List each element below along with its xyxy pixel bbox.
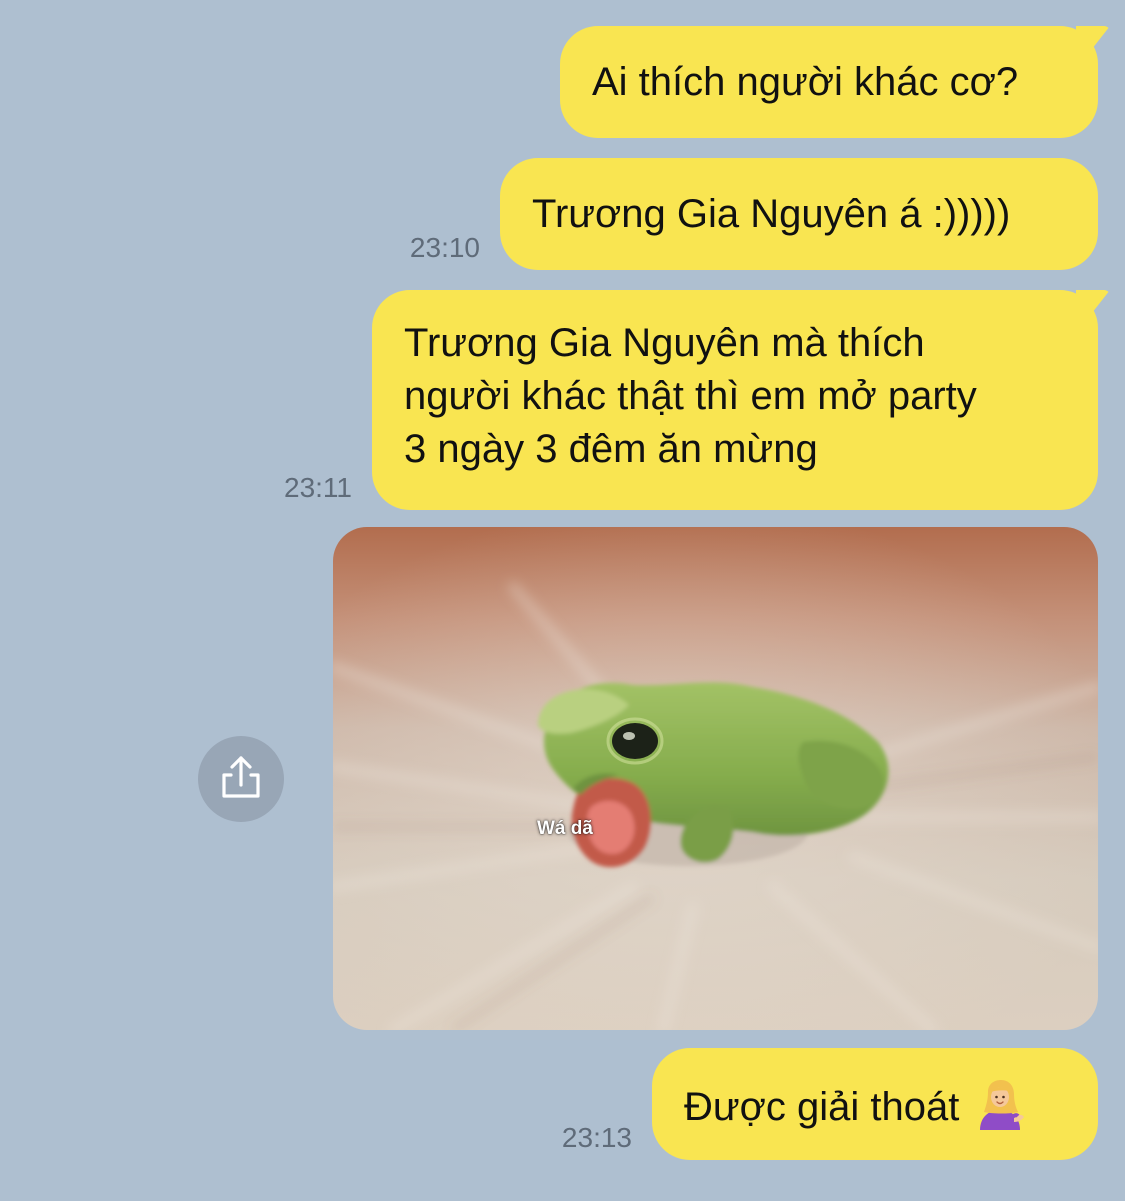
message-text: Ai thích người khác cơ?: [592, 60, 1019, 104]
message-timestamp: 23:13: [561, 1122, 632, 1153]
message-text: Trương Gia Nguyên mà thích người khác th…: [404, 321, 977, 471]
message-text: Trương Gia Nguyên á :))))): [532, 192, 1011, 236]
message-timestamp: 23:10: [409, 232, 480, 263]
message-timestamp: 23:11: [284, 472, 352, 503]
message-bubble[interactable]: Trương Gia Nguyên á :))))): [500, 158, 1098, 270]
message-bubble[interactable]: Trương Gia Nguyên mà thích người khác th…: [372, 290, 1110, 510]
frog-meme-image: [333, 527, 1098, 1030]
bubble-tail: [1076, 26, 1110, 52]
bubble-tail: [1076, 290, 1110, 316]
share-button[interactable]: [198, 736, 284, 822]
image-message[interactable]: [333, 527, 1098, 1030]
person-tipping-hand-emoji: [974, 1078, 1026, 1130]
image-caption: Wá dã: [537, 818, 593, 839]
message-text: Được giải thoát: [684, 1085, 960, 1129]
message-bubble[interactable]: Được giải thoát: [652, 1048, 1098, 1160]
share-icon: [222, 756, 260, 798]
message-bubble[interactable]: Ai thích người khác cơ?: [560, 26, 1110, 138]
